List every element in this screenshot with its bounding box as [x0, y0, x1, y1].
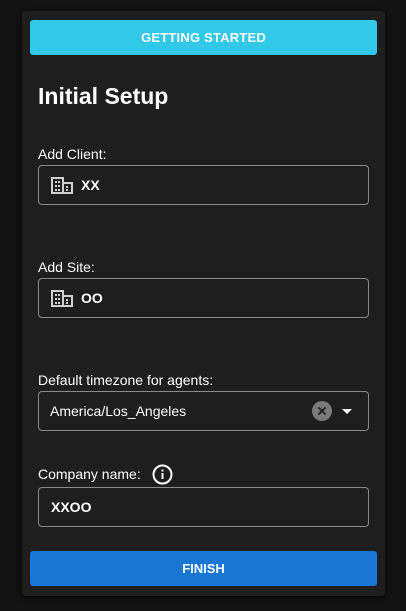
- add-client-label: Add Client:: [38, 146, 107, 162]
- timezone-value: America/Los_Angeles: [50, 403, 187, 419]
- timezone-label: Default timezone for agents:: [38, 372, 214, 388]
- timezone-select[interactable]: America/Los_Angeles: [38, 391, 369, 431]
- add-site-value: OO: [81, 290, 103, 306]
- company-name-field[interactable]: XXOO: [38, 487, 369, 527]
- add-site-field[interactable]: OO: [38, 278, 369, 318]
- add-client-value: XX: [81, 177, 100, 193]
- getting-started-button[interactable]: GETTING STARTED: [30, 20, 377, 55]
- setup-card: GETTING STARTED Initial Setup Add Client…: [22, 11, 385, 596]
- chevron-down-icon[interactable]: [342, 408, 352, 414]
- clear-icon[interactable]: [312, 401, 332, 421]
- building-icon: [51, 289, 73, 307]
- building-icon: [51, 176, 73, 194]
- add-site-label: Add Site:: [38, 259, 95, 275]
- company-name-label: Company name:: [38, 466, 141, 482]
- company-name-value: XXOO: [51, 499, 92, 515]
- page-title: Initial Setup: [38, 83, 169, 109]
- info-icon[interactable]: [152, 464, 173, 485]
- add-client-field[interactable]: XX: [38, 165, 369, 205]
- finish-button[interactable]: FINISH: [30, 551, 377, 586]
